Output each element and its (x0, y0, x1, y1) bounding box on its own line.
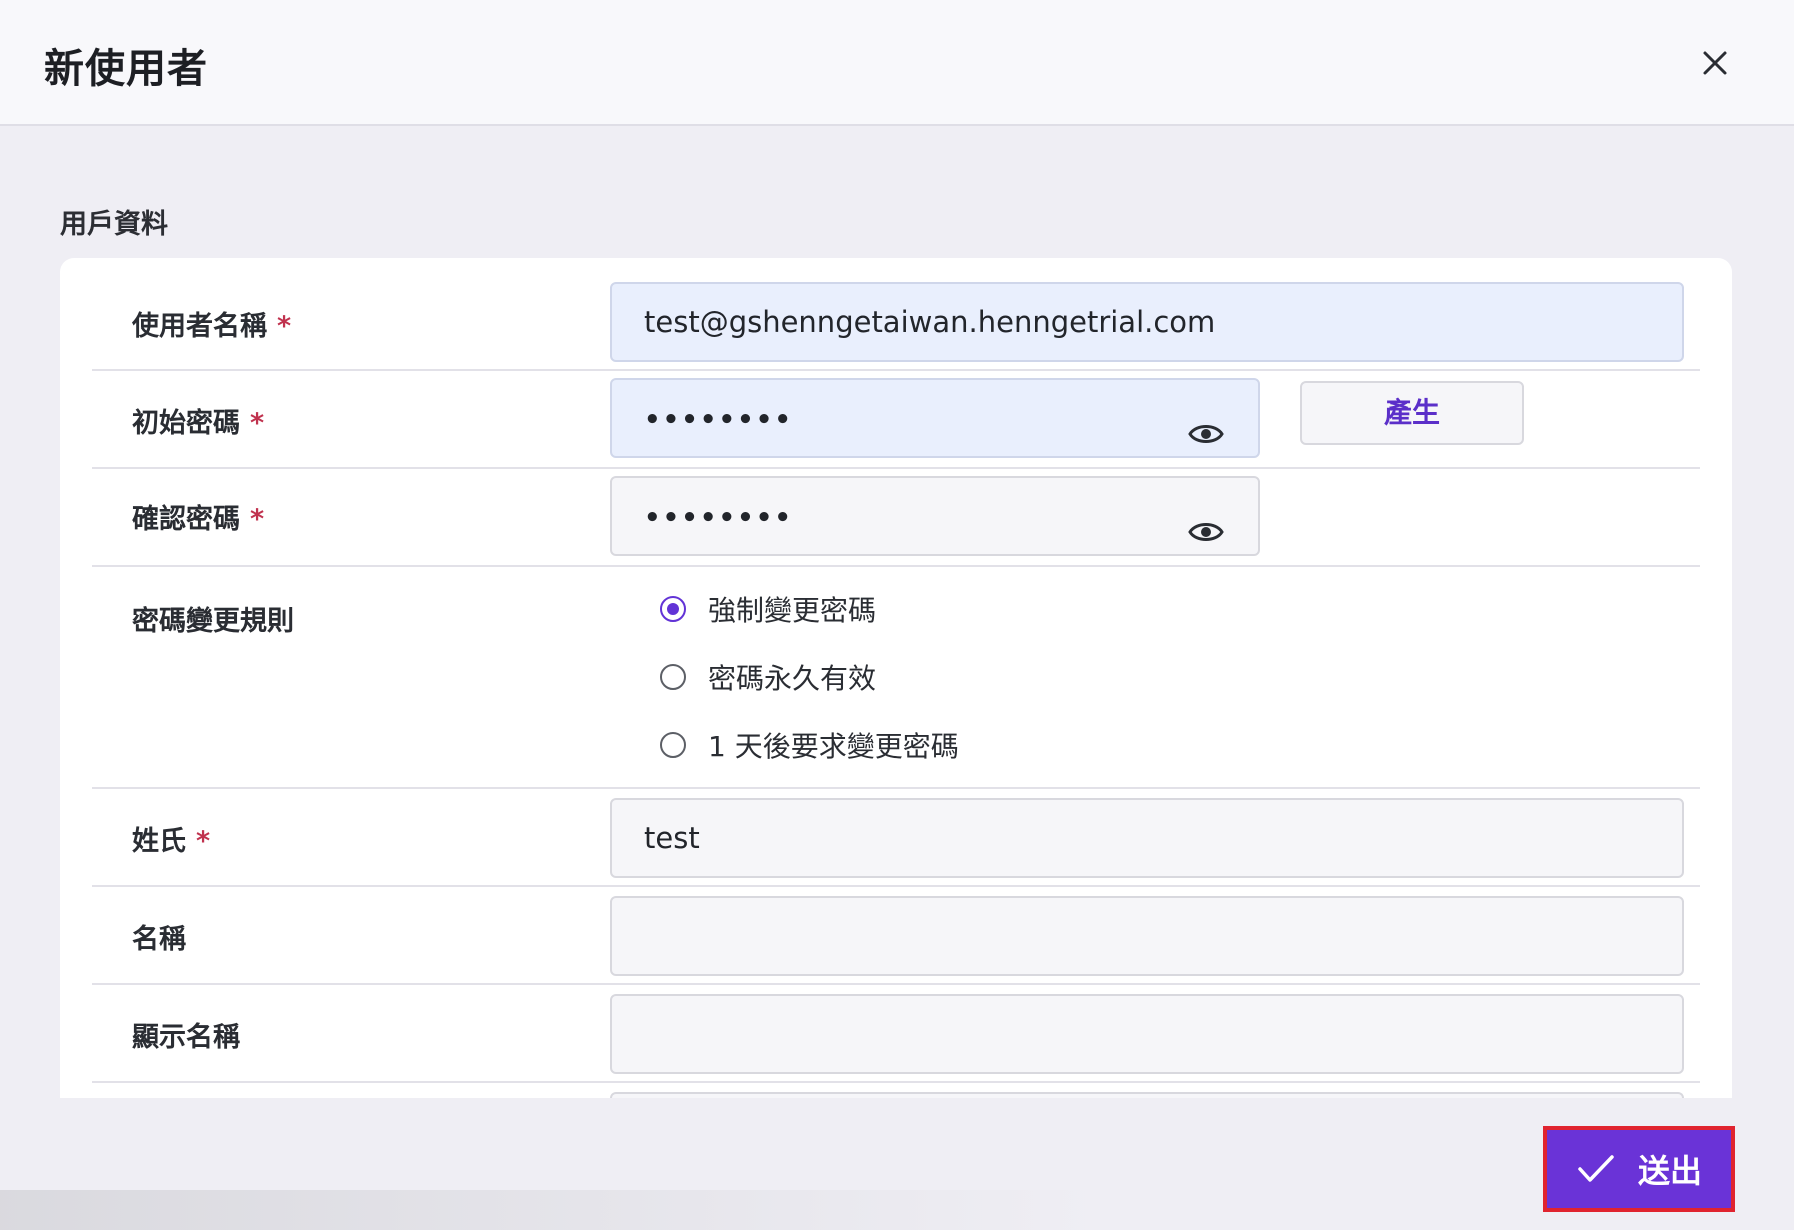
radio-unchecked-icon[interactable] (660, 732, 686, 758)
last-name-value: test (644, 821, 700, 855)
next-field-input[interactable] (610, 1092, 1684, 1098)
radio-label: 1 天後要求變更密碼 (708, 730, 959, 763)
confirm-password-input[interactable]: •••••••• (610, 476, 1260, 556)
radio-label: 密碼永久有效 (708, 662, 877, 695)
radio-never-expire[interactable]: 密碼永久有效 (660, 657, 876, 697)
required-mark: * (277, 311, 292, 342)
first-name-row: 名稱 (92, 887, 1700, 985)
radio-force-change[interactable]: 強制變更密碼 (660, 589, 876, 629)
submit-label: 送出 (1637, 1152, 1702, 1190)
username-value: test@gshenngetaiwan.henngetrial.com (644, 305, 1216, 339)
initial-password-label-text: 初始密碼 (132, 408, 240, 439)
username-input[interactable]: test@gshenngetaiwan.henngetrial.com (610, 282, 1684, 362)
user-info-card: 使用者名稱 * test@gshenngetaiwan.henngetrial.c… (60, 258, 1732, 1098)
new-user-dialog: 新使用者 用戶資料 使用者名稱 * test@gshenngetaiwan.hen… (0, 0, 1794, 1230)
dialog-title: 新使用者 (44, 46, 208, 92)
initial-password-label: 初始密碼 * (132, 401, 264, 440)
section-title: 用戶資料 (60, 209, 168, 240)
required-mark: * (250, 504, 265, 535)
password-rule-row: 密碼變更規則 強制變更密碼 密碼永久有效 1 天後要求變更密碼 (92, 567, 1700, 789)
last-name-label-text: 姓氏 (132, 826, 186, 857)
password-rule-label: 密碼變更規則 (132, 606, 294, 637)
close-icon[interactable] (1690, 38, 1740, 88)
last-name-row: 姓氏 * test (92, 789, 1700, 887)
confirm-password-label-text: 確認密碼 (132, 504, 240, 535)
username-label: 使用者名稱 * (132, 304, 291, 343)
confirm-password-row: 確認密碼 * •••••••• (92, 469, 1700, 567)
confirm-password-value: •••••••• (644, 503, 793, 533)
radio-change-after-1-day[interactable]: 1 天後要求變更密碼 (660, 725, 959, 765)
confirm-password-label: 確認密碼 * (132, 497, 264, 536)
submit-highlight: 送出 (1543, 1126, 1735, 1212)
submit-button[interactable]: 送出 (1551, 1134, 1727, 1204)
required-mark: * (196, 826, 211, 857)
display-name-input[interactable] (610, 994, 1684, 1074)
display-name-label: 顯示名稱 (132, 1022, 240, 1053)
radio-label: 強制變更密碼 (708, 594, 877, 627)
username-label-text: 使用者名稱 (132, 311, 267, 342)
username-row: 使用者名稱 * test@gshenngetaiwan.henngetrial.c… (92, 258, 1700, 371)
first-name-label: 名稱 (132, 924, 186, 955)
radio-unchecked-icon[interactable] (660, 664, 686, 690)
last-name-input[interactable]: test (610, 798, 1684, 878)
initial-password-value: •••••••• (644, 405, 793, 435)
display-name-row: 顯示名稱 (92, 985, 1700, 1083)
generate-password-button[interactable]: 產生 (1300, 381, 1524, 445)
last-name-label: 姓氏 * (132, 819, 210, 858)
footer-shadow (0, 1190, 1100, 1230)
required-mark: * (250, 408, 265, 439)
initial-password-row: 初始密碼 * •••••••• 產生 (92, 371, 1700, 469)
eye-icon[interactable] (1188, 402, 1224, 443)
eye-icon[interactable] (1188, 500, 1224, 541)
dialog-header: 新使用者 (0, 0, 1794, 126)
initial-password-input[interactable]: •••••••• (610, 378, 1260, 458)
check-icon (1578, 1155, 1614, 1182)
first-name-input[interactable] (610, 896, 1684, 976)
radio-checked-icon[interactable] (660, 596, 686, 622)
